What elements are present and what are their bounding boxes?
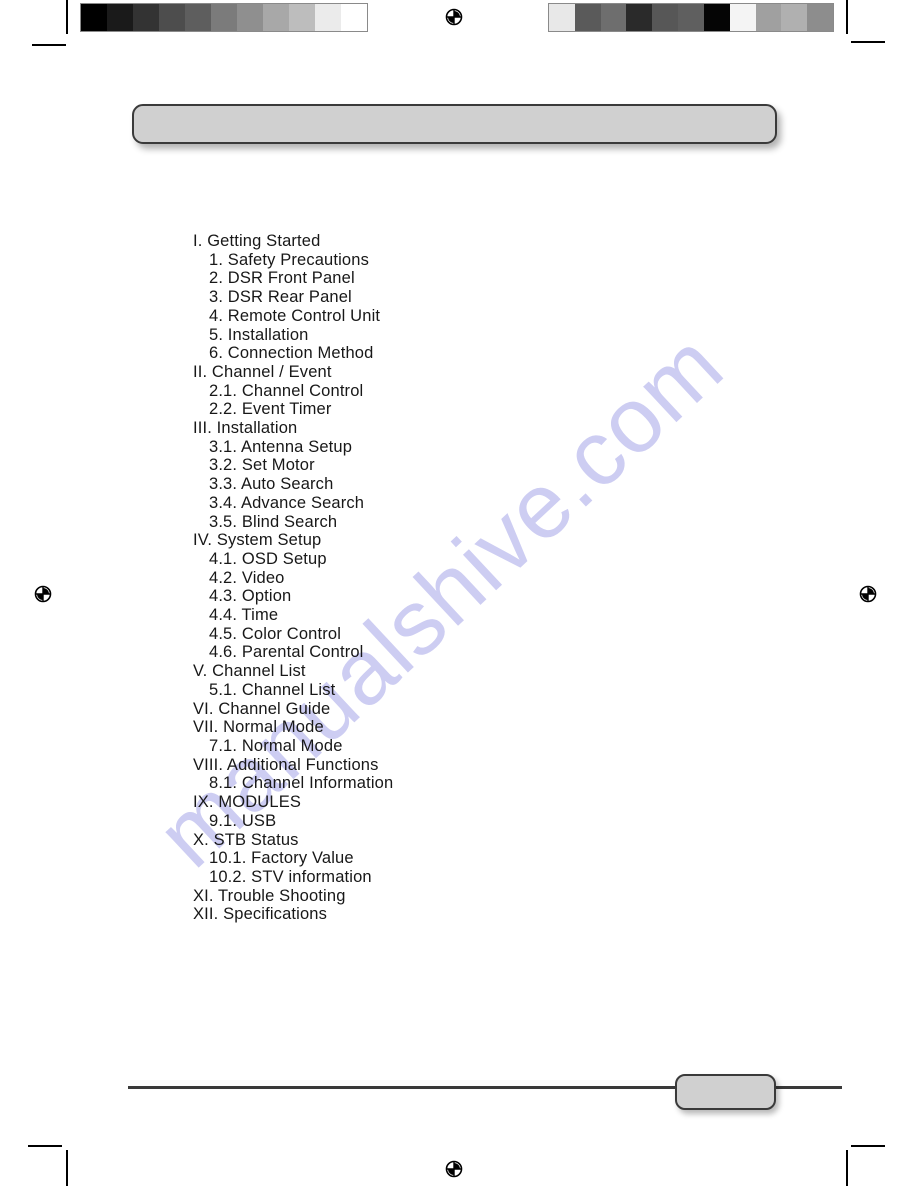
toc-entry[interactable]: 3.1. Antenna Setup — [193, 438, 713, 457]
calibration-patch — [600, 4, 627, 31]
page-title — [134, 106, 775, 142]
registration-mark-right-middle — [855, 581, 881, 607]
toc-entry[interactable]: 7.1. Normal Mode — [193, 737, 713, 756]
page-title-banner — [132, 104, 777, 144]
toc-entry[interactable]: IX. MODULES — [193, 793, 713, 812]
scanned-manual-page: manualshive.com I. Getting Started 1. Saf… — [0, 0, 914, 1186]
calibration-patch — [315, 4, 341, 31]
crop-mark-bottom-right-vertical — [846, 1150, 848, 1186]
toc-entry[interactable]: 3.3. Auto Search — [193, 475, 713, 494]
calibration-patch — [133, 4, 159, 31]
calibration-patch — [341, 4, 367, 31]
toc-entry[interactable]: XI. Trouble Shooting — [193, 887, 713, 906]
toc-entry[interactable]: III. Installation — [193, 419, 713, 438]
registration-mark-top-center — [441, 4, 467, 30]
toc-entry[interactable]: VI. Channel Guide — [193, 700, 713, 719]
toc-entry[interactable]: VIII. Additional Functions — [193, 756, 713, 775]
toc-entry[interactable]: 5.1. Channel List — [193, 681, 713, 700]
registration-target-icon — [445, 1160, 463, 1178]
crop-mark-bottom-left-vertical — [66, 1150, 68, 1186]
toc-entry[interactable]: VII. Normal Mode — [193, 718, 713, 737]
registration-mark-left-middle — [30, 581, 56, 607]
toc-entry[interactable]: 6. Connection Method — [193, 344, 713, 363]
table-of-contents: I. Getting Started 1. Safety Precautions 2… — [193, 232, 713, 924]
calibration-patch — [211, 4, 237, 31]
page-number-badge — [675, 1074, 776, 1110]
toc-entry[interactable]: 4.4. Time — [193, 606, 713, 625]
toc-entry[interactable]: IV. System Setup — [193, 531, 713, 550]
calibration-patch — [107, 4, 133, 31]
calibration-patch — [652, 4, 679, 31]
registration-target-icon — [445, 8, 463, 26]
toc-entry[interactable]: 3.4. Advance Search — [193, 494, 713, 513]
toc-entry[interactable]: 4.2. Video — [193, 569, 713, 588]
crop-mark-bottom-right-horizontal — [851, 1145, 885, 1147]
registration-target-icon — [859, 585, 877, 603]
toc-entry[interactable]: 4. Remote Control Unit — [193, 307, 713, 326]
toc-entry[interactable]: 10.2. STV information — [193, 868, 713, 887]
toc-entry[interactable]: 4.6. Parental Control — [193, 643, 713, 662]
calibration-patch — [626, 4, 653, 31]
toc-entry[interactable]: 10.1. Factory Value — [193, 849, 713, 868]
toc-entry[interactable]: 2.2. Event Timer — [193, 400, 713, 419]
toc-entry[interactable]: XII. Specifications — [193, 905, 713, 924]
calibration-patch — [703, 4, 730, 31]
toc-entry[interactable]: 4.1. OSD Setup — [193, 550, 713, 569]
calibration-patch — [185, 4, 211, 31]
crop-mark-top-right-horizontal — [851, 41, 885, 43]
registration-target-icon — [34, 585, 52, 603]
calibration-patch — [755, 4, 782, 31]
calibration-patch — [263, 4, 289, 31]
toc-entry[interactable]: 8.1. Channel Information — [193, 774, 713, 793]
toc-entry[interactable]: 1. Safety Precautions — [193, 251, 713, 270]
toc-entry[interactable]: 2. DSR Front Panel — [193, 269, 713, 288]
crop-mark-top-left-vertical — [66, 0, 68, 34]
calibration-patch — [678, 4, 704, 31]
toc-entry[interactable]: 4.3. Option — [193, 587, 713, 606]
calibration-patch — [81, 4, 107, 31]
calibration-patch — [574, 4, 601, 31]
page-number — [677, 1076, 774, 1108]
calibration-patch — [549, 4, 575, 31]
toc-entry[interactable]: 3.5. Blind Search — [193, 513, 713, 532]
crop-mark-bottom-left-horizontal — [28, 1145, 62, 1147]
toc-entry[interactable]: 2.1. Channel Control — [193, 382, 713, 401]
calibration-patch — [159, 4, 185, 31]
calibration-patch — [237, 4, 263, 31]
calibration-patch — [781, 4, 808, 31]
toc-entry[interactable]: 5. Installation — [193, 326, 713, 345]
toc-entry[interactable]: I. Getting Started — [193, 232, 713, 251]
toc-entry[interactable]: 3.2. Set Motor — [193, 456, 713, 475]
calibration-patch — [289, 4, 315, 31]
density-control-patches-right — [548, 3, 834, 32]
registration-mark-bottom-center — [441, 1156, 467, 1182]
toc-entry[interactable]: II. Channel / Event — [193, 363, 713, 382]
crop-mark-top-left-horizontal — [32, 44, 66, 46]
toc-entry[interactable]: V. Channel List — [193, 662, 713, 681]
toc-entry[interactable]: 3. DSR Rear Panel — [193, 288, 713, 307]
toc-entry[interactable]: 9.1. USB — [193, 812, 713, 831]
grayscale-step-wedge-left — [80, 3, 368, 32]
crop-mark-top-right-vertical — [846, 0, 848, 34]
toc-entry[interactable]: 4.5. Color Control — [193, 625, 713, 644]
toc-entry[interactable]: X. STB Status — [193, 831, 713, 850]
calibration-patch — [807, 4, 833, 31]
calibration-patch — [729, 4, 756, 31]
